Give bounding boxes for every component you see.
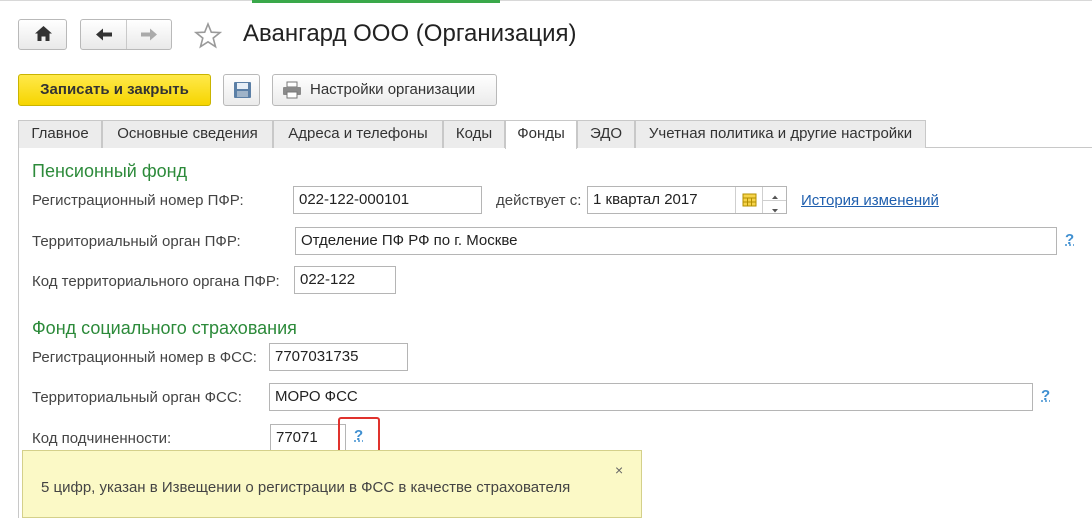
period-spin-down-button[interactable] xyxy=(762,200,786,213)
spin-down-icon xyxy=(772,209,778,213)
subordination-code-input[interactable]: 77071 xyxy=(270,424,346,452)
period-spin-up-button[interactable] xyxy=(762,187,786,201)
favorite-button[interactable] xyxy=(193,21,223,51)
pension-fund-heading: Пенсионный фонд xyxy=(32,161,188,181)
active-window-indicator xyxy=(252,0,500,3)
change-history-link[interactable]: История изменений xyxy=(801,192,939,209)
tab-funds[interactable]: Фонды xyxy=(505,120,577,149)
pfr-territorial-label: Территориальный орган ПФР: xyxy=(32,233,241,250)
pfr-reg-number-input[interactable]: 022-122-000101 xyxy=(293,186,482,214)
save-button[interactable] xyxy=(223,74,260,106)
valid-from-label: действует с: xyxy=(496,192,582,209)
page-title: Авангард ООО (Организация) xyxy=(243,20,577,47)
tooltip-text: 5 цифр, указан в Извещении о регистрации… xyxy=(41,479,571,496)
fss-territorial-input[interactable]: МОРО ФСС xyxy=(269,383,1033,411)
back-button[interactable] xyxy=(81,20,127,49)
window-top-border xyxy=(0,0,1092,1)
calendar-icon xyxy=(742,193,757,207)
star-icon xyxy=(193,21,223,49)
forward-button[interactable] xyxy=(127,20,172,49)
tab-codes[interactable]: Коды xyxy=(443,120,505,148)
fss-reg-number-label: Регистрационный номер в ФСС: xyxy=(32,349,257,366)
valid-from-input[interactable]: 1 квартал 2017 xyxy=(587,186,787,214)
highlight-frame xyxy=(338,417,380,453)
close-icon[interactable]: × xyxy=(615,462,623,478)
pfr-code-input[interactable]: 022-122 xyxy=(294,266,396,294)
printer-icon xyxy=(283,81,301,99)
fss-reg-number-input[interactable]: 7707031735 xyxy=(269,343,408,371)
valid-from-value: 1 квартал 2017 xyxy=(593,191,698,208)
back-arrow-icon xyxy=(96,28,112,41)
tab-accounting-policy[interactable]: Учетная политика и другие настройки xyxy=(635,120,926,148)
home-icon xyxy=(35,26,52,41)
fss-territorial-help-icon[interactable]: ? xyxy=(1041,387,1050,404)
pfr-territorial-input[interactable]: Отделение ПФ РФ по г. Москве xyxy=(295,227,1057,255)
forward-arrow-icon xyxy=(141,28,157,41)
tab-main[interactable]: Главное xyxy=(18,120,102,148)
organization-settings-button[interactable]: Настройки организации xyxy=(272,74,497,106)
subordination-code-label: Код подчиненности: xyxy=(32,430,172,447)
save-and-close-button[interactable]: Записать и закрыть xyxy=(18,74,211,106)
history-nav-group xyxy=(80,19,172,50)
save-disk-icon xyxy=(234,82,251,98)
panel-left-border xyxy=(18,148,19,518)
tab-basic-info[interactable]: Основные сведения xyxy=(102,120,273,148)
fss-territorial-label: Территориальный орган ФСС: xyxy=(32,389,242,406)
pfr-reg-number-label: Регистрационный номер ПФР: xyxy=(32,192,244,209)
pfr-code-label: Код территориального органа ПФР: xyxy=(32,273,280,290)
help-tooltip: × 5 цифр, указан в Извещении о регистрац… xyxy=(22,450,642,518)
social-insurance-heading: Фонд социального страхования xyxy=(32,318,297,338)
pfr-territorial-help-icon[interactable]: ? xyxy=(1065,231,1074,248)
tab-edo[interactable]: ЭДО xyxy=(577,120,635,148)
tab-addresses-phones[interactable]: Адреса и телефоны xyxy=(273,120,443,148)
organization-settings-label: Настройки организации xyxy=(310,81,476,98)
calendar-button[interactable] xyxy=(735,187,763,213)
home-button[interactable] xyxy=(18,19,67,50)
